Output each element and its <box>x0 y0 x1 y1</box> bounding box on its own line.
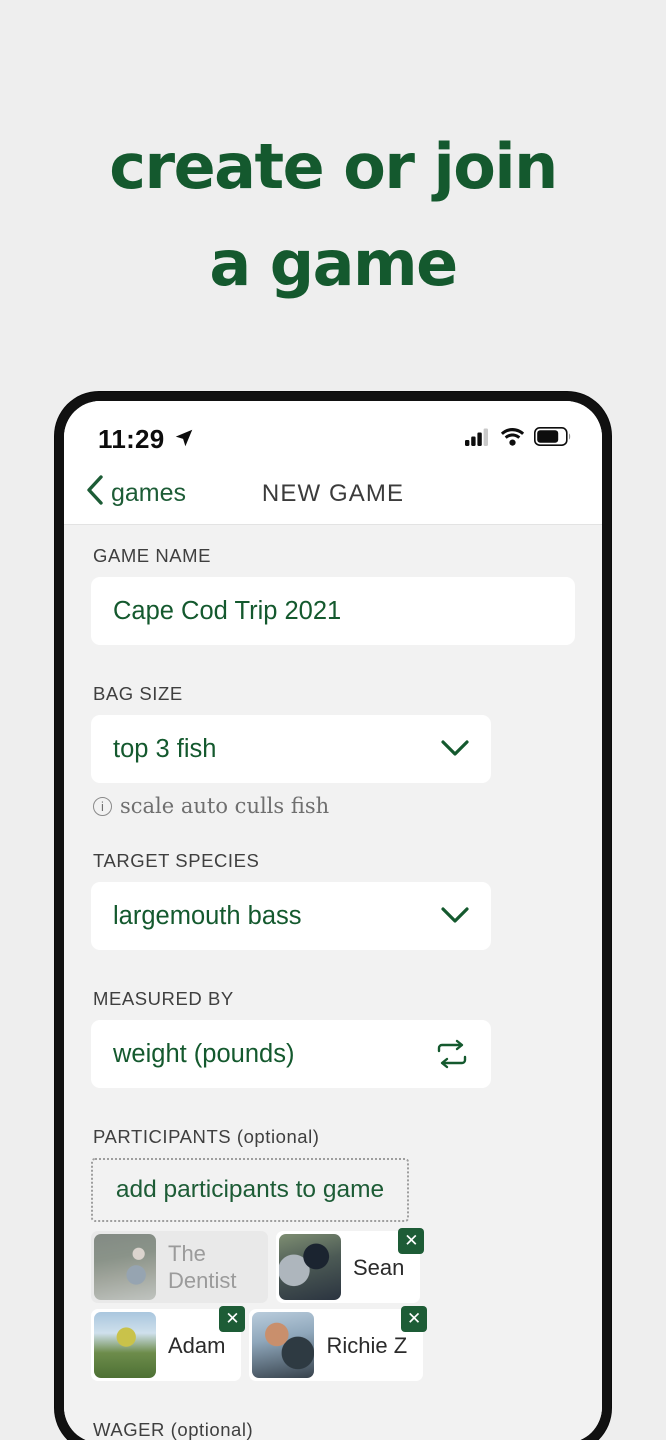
chevron-down-icon <box>441 902 469 931</box>
swap-arrows-icon[interactable] <box>435 1039 469 1069</box>
status-bar-right <box>465 427 572 451</box>
page-headline: create or join a game <box>0 118 666 312</box>
add-participants-label: add participants to game <box>115 1176 385 1203</box>
measured-by-label: MEASURED BY <box>93 988 234 1009</box>
field-game-name: GAME NAME Cape Cod Trip 2021 <box>64 545 602 645</box>
battery-icon <box>534 427 572 451</box>
game-name-value: Cape Cod Trip 2021 <box>113 596 342 625</box>
participant-name: Richie Z <box>326 1332 408 1358</box>
back-button[interactable]: games <box>64 475 186 512</box>
avatar <box>279 1234 341 1300</box>
field-target-species: TARGET SPECIES largemouth bass <box>64 850 602 950</box>
chevron-down-icon <box>441 735 469 764</box>
participant-name: Adam <box>168 1332 226 1358</box>
wifi-icon <box>500 427 525 451</box>
location-arrow-icon <box>173 427 195 454</box>
participants-label: PARTICIPANTS (optional) <box>93 1126 320 1147</box>
avatar <box>252 1312 315 1378</box>
participant-chip[interactable]: Richie Z ✕ <box>249 1306 428 1381</box>
phone-screen: 11:29 games NEW GAME GAME NAME Cape Cod … <box>64 401 602 1440</box>
bag-size-label: BAG SIZE <box>93 683 183 704</box>
bag-size-hint-text: scale auto culls fish <box>120 794 330 818</box>
chevron-left-icon <box>86 475 104 512</box>
headline-line-2: a game <box>209 227 458 300</box>
participant-name: The Dentist <box>168 1241 237 1293</box>
add-participants-button[interactable]: add participants to game <box>91 1158 409 1222</box>
info-circle-icon: i <box>93 796 112 816</box>
bag-size-value: top 3 fish <box>113 734 217 763</box>
participant-chip-list: The Dentist Sean ✕ Adam ✕ Richie Z ✕ <box>91 1228 571 1381</box>
status-bar: 11:29 <box>64 401 602 463</box>
measured-by-toggle[interactable]: weight (pounds) <box>91 1020 491 1088</box>
nav-bar: games NEW GAME <box>64 463 602 525</box>
target-species-label: TARGET SPECIES <box>93 850 260 871</box>
headline-line-1: create or join <box>109 130 558 203</box>
game-name-label: GAME NAME <box>93 545 212 566</box>
game-name-input[interactable]: Cape Cod Trip 2021 <box>91 577 575 645</box>
participant-name: Sean <box>353 1254 405 1280</box>
remove-participant-button[interactable]: ✕ <box>398 1228 425 1254</box>
measured-by-value: weight (pounds) <box>113 1039 295 1068</box>
status-bar-left: 11:29 <box>98 424 195 455</box>
back-button-label: games <box>111 479 187 507</box>
field-measured-by: MEASURED BY weight (pounds) <box>64 988 602 1088</box>
remove-participant-button[interactable]: ✕ <box>219 1306 246 1332</box>
field-wager: WAGER (optional) e.g. loser gets a tatto… <box>64 1419 602 1440</box>
phone-frame: 11:29 games NEW GAME GAME NAME Cape Cod … <box>55 392 611 1440</box>
avatar <box>94 1312 156 1378</box>
avatar <box>94 1234 156 1300</box>
remove-participant-button[interactable]: ✕ <box>401 1306 428 1332</box>
new-game-form: GAME NAME Cape Cod Trip 2021 BAG SIZE to… <box>64 525 602 1440</box>
participant-chip[interactable]: Sean ✕ <box>276 1228 425 1303</box>
target-species-value: largemouth bass <box>113 901 302 930</box>
cellular-signal-icon <box>465 427 491 451</box>
target-species-select[interactable]: largemouth bass <box>91 882 491 950</box>
participant-chip[interactable]: Adam ✕ <box>91 1306 246 1381</box>
participant-chip[interactable]: The Dentist <box>91 1231 268 1303</box>
field-bag-size: BAG SIZE top 3 fish i scale auto culls f… <box>64 683 602 818</box>
page-root: create or join a game 11:29 games NEW GA… <box>0 0 666 1440</box>
bag-size-hint: i scale auto culls fish <box>91 794 575 818</box>
status-time: 11:29 <box>98 423 165 454</box>
field-participants: PARTICIPANTS (optional) add participants… <box>64 1126 602 1381</box>
wager-label: WAGER (optional) <box>93 1419 254 1440</box>
bag-size-select[interactable]: top 3 fish <box>91 715 491 783</box>
